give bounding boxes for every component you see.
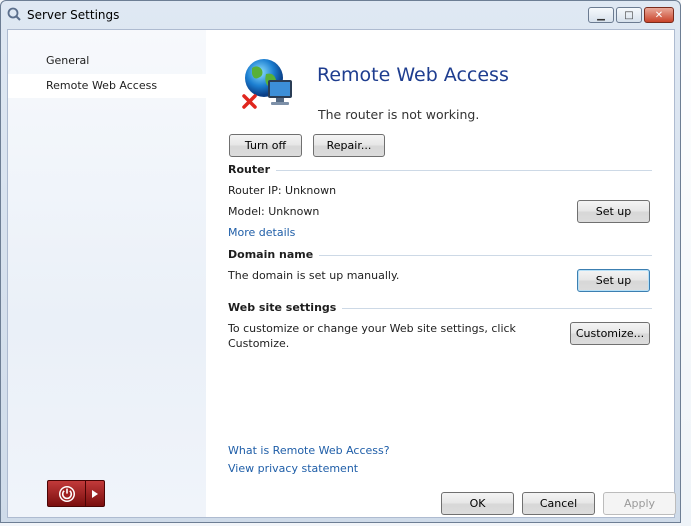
privacy-statement-link[interactable]: View privacy statement	[228, 462, 358, 475]
router-heading-text: Router	[228, 163, 277, 176]
maximize-button[interactable]: □	[616, 7, 642, 23]
router-section-heading: Router	[228, 163, 652, 177]
domain-section-heading: Domain name	[228, 248, 652, 262]
remote-web-access-globe-icon	[242, 59, 292, 109]
turn-off-button[interactable]: Turn off	[229, 134, 302, 157]
status-text: The router is not working.	[318, 107, 480, 122]
settings-sidebar: General Remote Web Access	[8, 30, 206, 517]
minimize-button[interactable]: ▁	[588, 7, 614, 23]
website-heading-text: Web site settings	[228, 301, 343, 314]
ok-button[interactable]: OK	[441, 492, 514, 515]
page-title: Remote Web Access	[317, 64, 509, 86]
shutdown-button[interactable]	[47, 480, 105, 507]
dialog-client-area: General Remote Web Access Remote Web Acc…	[7, 29, 676, 518]
what-is-remote-web-access-link[interactable]: What is Remote Web Access?	[228, 444, 390, 457]
apply-button[interactable]: Apply	[603, 492, 676, 515]
website-section-heading: Web site settings	[228, 301, 652, 315]
server-settings-window: Server Settings ▁ □ ✕ General Remote Web…	[0, 0, 681, 523]
error-x-icon	[242, 94, 257, 109]
window-title: Server Settings	[27, 8, 120, 22]
close-button[interactable]: ✕	[644, 7, 674, 23]
domain-setup-button[interactable]: Set up	[577, 269, 650, 292]
domain-heading-text: Domain name	[228, 248, 320, 261]
remote-web-access-panel: Remote Web Access The router is not work…	[206, 30, 676, 517]
more-details-link[interactable]: More details	[228, 226, 295, 239]
router-ip: Router IP: Unknown	[228, 184, 337, 197]
sidebar-item-general[interactable]: General	[8, 49, 206, 73]
shutdown-options-button[interactable]	[85, 481, 104, 506]
arrow-right-icon	[92, 489, 99, 498]
sidebar-item-remote-web-access[interactable]: Remote Web Access	[8, 74, 206, 98]
title-bar[interactable]: Server Settings ▁ □ ✕	[1, 1, 680, 29]
server-settings-icon	[7, 7, 21, 21]
power-button-main[interactable]	[48, 481, 85, 506]
power-icon	[58, 485, 75, 502]
customize-button[interactable]: Customize...	[570, 322, 650, 345]
router-model: Model: Unknown	[228, 205, 320, 218]
close-icon: ✕	[654, 9, 664, 21]
desktop-background	[681, 0, 691, 526]
repair-button[interactable]: Repair...	[313, 134, 385, 157]
domain-status-text: The domain is set up manually.	[228, 269, 400, 282]
minimize-icon: ▁	[597, 9, 605, 21]
cancel-button[interactable]: Cancel	[522, 492, 595, 515]
maximize-icon: □	[624, 9, 634, 21]
website-settings-description: To customize or change your Web site set…	[228, 322, 516, 350]
router-setup-button[interactable]: Set up	[577, 200, 650, 223]
